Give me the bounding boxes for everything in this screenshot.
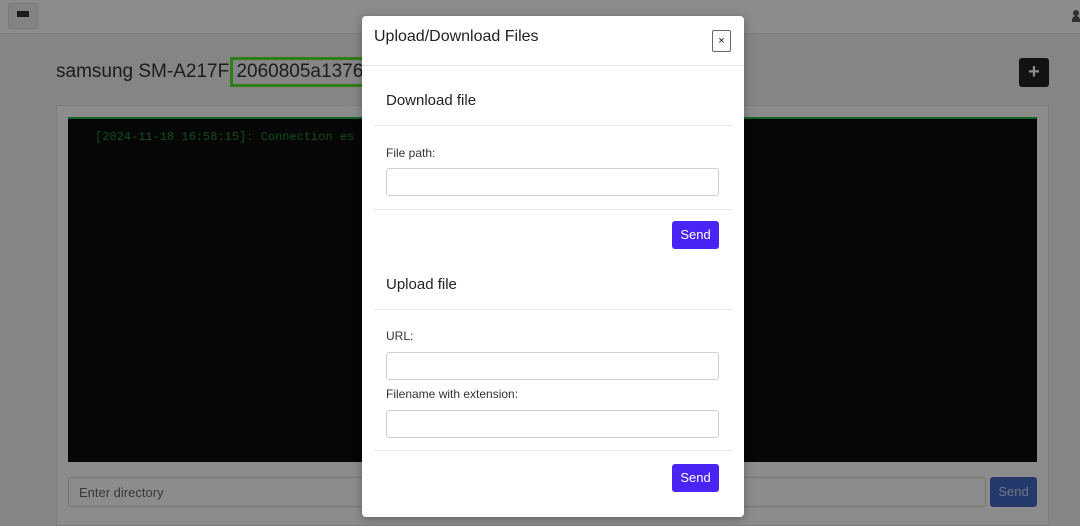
header-divider (362, 65, 744, 66)
url-label: URL: (386, 329, 414, 343)
download-section-title: Download file (386, 92, 477, 109)
close-button[interactable]: × (712, 30, 731, 52)
upload-download-modal: Upload/Download Files × Download file Fi… (362, 16, 744, 517)
url-input[interactable] (386, 352, 719, 380)
upload-divider (374, 309, 732, 310)
upload-send-button[interactable]: Send (672, 464, 719, 492)
file-path-label: File path: (386, 146, 436, 160)
filename-input[interactable] (386, 410, 719, 438)
download-footer-divider (374, 209, 732, 210)
download-send-button[interactable]: Send (672, 221, 719, 249)
upload-footer-divider (374, 450, 732, 451)
filename-label: Filename with extension: (386, 387, 519, 401)
upload-section-title: Upload file (386, 276, 457, 293)
file-path-input[interactable] (386, 168, 719, 196)
download-divider (374, 125, 732, 126)
modal-title: Upload/Download Files (374, 28, 539, 45)
